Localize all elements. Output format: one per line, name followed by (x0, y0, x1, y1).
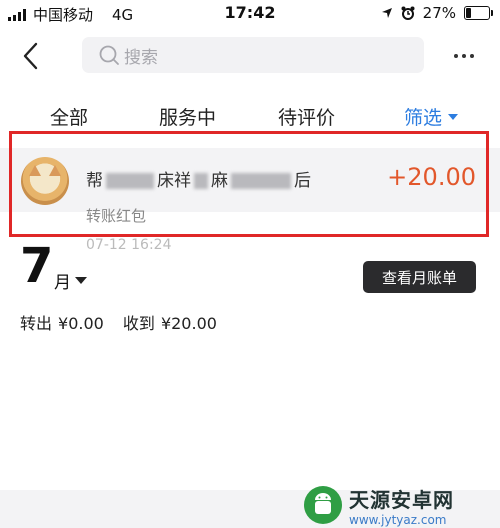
in-amount: ¥20.00 (160, 314, 217, 333)
tab-filter[interactable]: 筛选 (404, 103, 459, 130)
watermark-url: www.jytyaz.com (349, 512, 447, 527)
battery-icon (464, 6, 493, 20)
view-monthly-bill-button[interactable]: 查看月账单 (363, 261, 476, 293)
transaction-amount: +20.00 (387, 163, 476, 191)
tab-in-service[interactable]: 服务中 (159, 103, 216, 130)
search-input[interactable]: 搜索 (82, 37, 424, 73)
transaction-title[interactable]: 帮床祥麻后 (86, 166, 311, 191)
watermark: 天源安卓网 www.jytyaz.com (303, 484, 493, 527)
watermark-name: 天源安卓网 (349, 487, 454, 512)
out-label: 转出 (20, 314, 53, 333)
android-logo-icon (304, 486, 342, 524)
status-bar: 中国移动 4G 17:42 27% (0, 0, 500, 28)
more-dots-icon (454, 54, 458, 58)
back-button[interactable] (16, 38, 46, 74)
month-selector[interactable]: 月 (54, 268, 87, 293)
search-icon (99, 45, 119, 65)
alarm-icon (401, 6, 415, 20)
month-summary: 转出 ¥0.00 收到 ¥20.00 (20, 310, 231, 334)
transaction-time: 07-12 16:24 (86, 237, 172, 253)
tab-pending-review[interactable]: 待评价 (278, 103, 335, 130)
chevron-left-icon (23, 42, 38, 70)
out-amount: ¥0.00 (58, 314, 104, 333)
nav-bar: 搜索 (0, 28, 500, 86)
month-number[interactable]: 7 (20, 242, 53, 290)
month-card: 7 月 查看月账单 转出 ¥0.00 收到 ¥20.00 (0, 212, 500, 490)
location-icon (381, 8, 392, 18)
battery-percent: 27% (422, 4, 456, 22)
month-unit-label: 月 (54, 273, 71, 293)
in-label: 收到 (122, 314, 155, 333)
caret-down-icon (448, 113, 459, 120)
more-button[interactable] (448, 42, 480, 70)
avatar[interactable] (21, 157, 69, 205)
caret-down-icon (75, 277, 87, 284)
search-placeholder: 搜索 (124, 47, 158, 68)
tab-filter-label: 筛选 (404, 107, 443, 129)
transaction-type: 转账红包 (86, 207, 147, 225)
tab-all[interactable]: 全部 (50, 103, 88, 130)
